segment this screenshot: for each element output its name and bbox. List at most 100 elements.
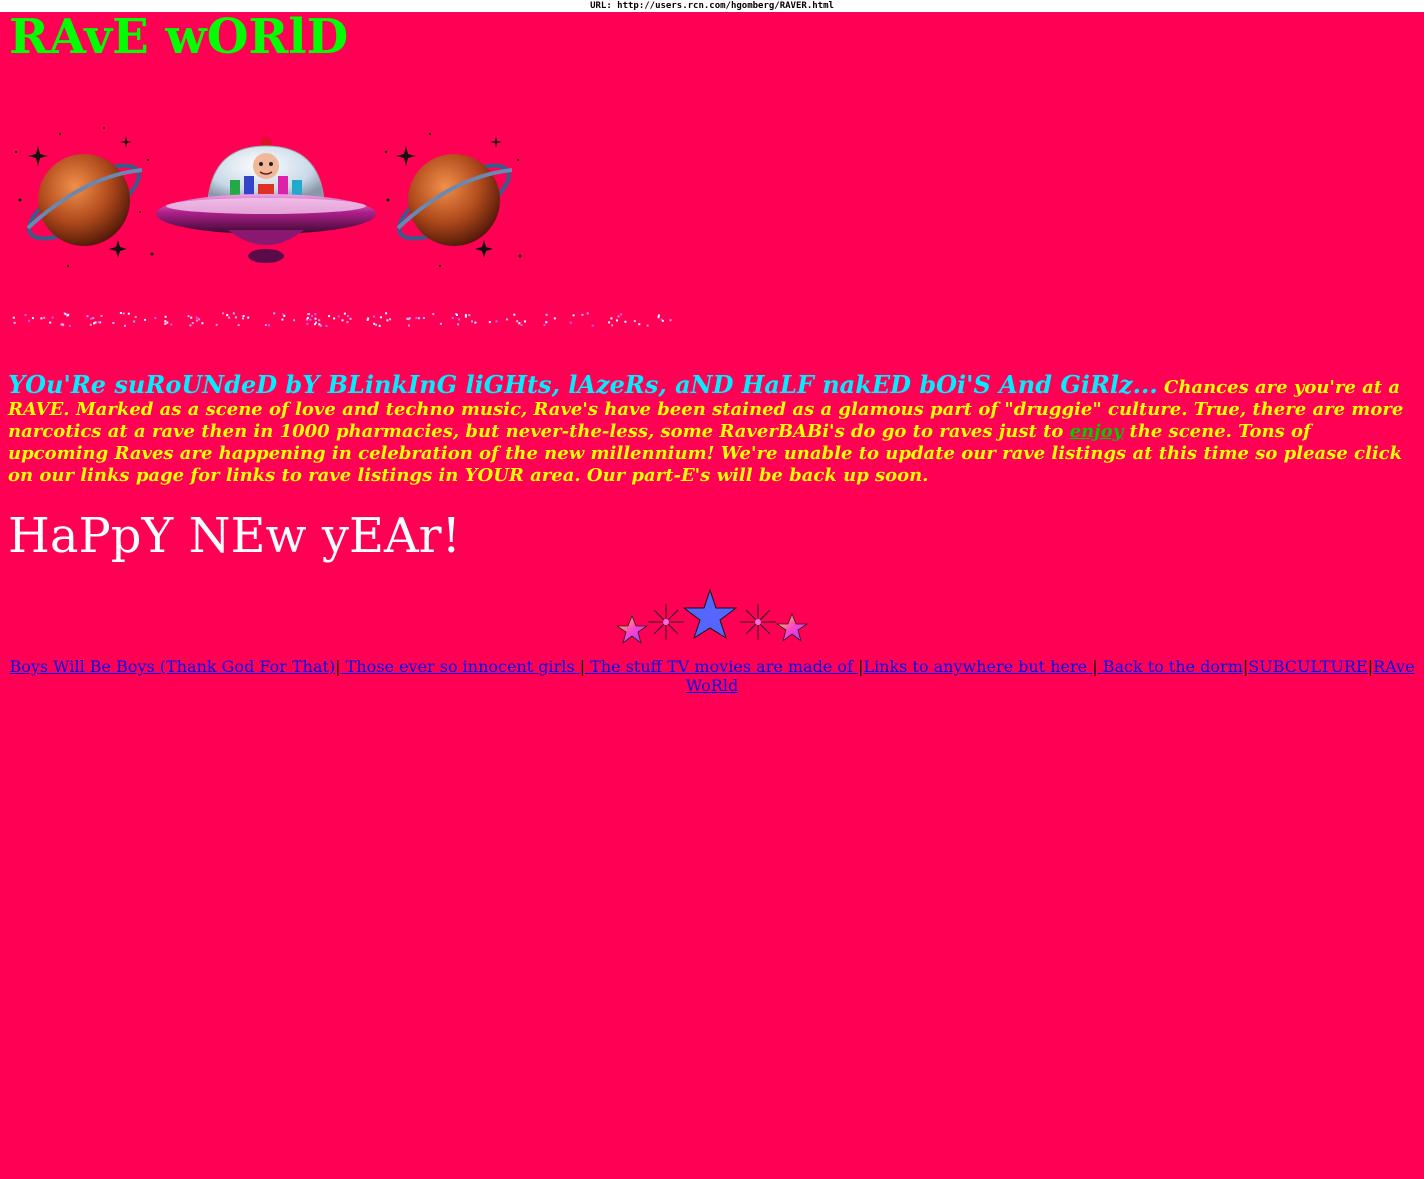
nav-link-tv-movies[interactable]: The stuff TV movies are made of: [585, 657, 858, 676]
sparkle-dot: [123, 324, 126, 327]
nav-link-dorm[interactable]: Back to the dorm: [1098, 657, 1243, 676]
sparkle-dot: [89, 323, 92, 326]
sparkle-dot: [513, 313, 516, 316]
sparkle-dot: [638, 323, 641, 326]
sparkle-dot: [90, 317, 93, 320]
sparkle-dot: [341, 319, 344, 322]
sparkle-dot: [474, 321, 477, 324]
sparkle-dot: [669, 319, 672, 322]
sparkle-dot: [451, 317, 454, 320]
sparkle-dot: [67, 313, 70, 316]
sparkle-dot: [306, 316, 309, 319]
sparkle-dot: [389, 318, 392, 321]
sparkle-dot: [92, 317, 95, 320]
sparkle-dot: [610, 317, 613, 320]
nav-link-links[interactable]: Links to anywhere but here: [863, 657, 1092, 676]
sparkle-dot: [242, 315, 245, 317]
sparkle-dot: [86, 315, 89, 318]
sparkle-dot: [314, 317, 317, 320]
sparkle-dot: [119, 312, 122, 314]
sparkle-dot: [572, 314, 575, 317]
sparkle-dot: [418, 317, 420, 320]
sparkle-dot: [268, 324, 270, 327]
nav-link-girls[interactable]: Those ever so innocent girls: [341, 657, 580, 676]
rainbow-star-icon: [615, 614, 649, 644]
sparkle-divider: [12, 312, 672, 327]
sparkle-dot: [518, 322, 521, 325]
sparkle-dot: [228, 316, 231, 319]
sparkle-dot: [347, 315, 349, 318]
sparkle-dot: [458, 318, 461, 321]
sparkle-dot: [553, 317, 556, 320]
nav-link-subculture[interactable]: SUBCULTURE: [1248, 657, 1367, 676]
sparkle-dot: [112, 322, 115, 324]
sparkle-dot: [164, 320, 167, 323]
intro-lead: YOu'Re suRoUNdeD bY BLinkInG liGHts, lAz…: [8, 370, 1158, 399]
sparkle-dot: [134, 316, 137, 318]
sparkle-dot: [586, 312, 589, 315]
sparkle-dot: [620, 313, 623, 316]
sparkle-dot: [415, 317, 418, 320]
sparkle-dot: [318, 319, 321, 322]
sparkle-dot: [646, 324, 649, 327]
intro-paragraph: YOu'Re suRoUNdeD bY BLinkInG liGHts, lAz…: [8, 373, 1416, 487]
sparkle-dot: [468, 314, 471, 317]
sparkle-dot: [333, 317, 336, 320]
sparkle-dot: [68, 324, 71, 327]
sparkle-dot: [545, 313, 548, 316]
sparkle-dot: [366, 318, 369, 321]
sparkle-dot: [49, 321, 52, 324]
sparkle-dot: [166, 321, 169, 324]
sparkle-dot: [611, 324, 614, 327]
sparkle-dot: [170, 323, 173, 326]
sparkle-dot: [314, 313, 317, 316]
sparkle-dot: [60, 323, 63, 326]
footer-nav: Boys Will Be Boys (Thank God For That)| …: [8, 657, 1416, 695]
sparkle-dot: [144, 318, 147, 321]
sparkle-dot: [422, 317, 425, 319]
sparkle-burst-icon: [740, 604, 776, 640]
sparkle-dot: [373, 322, 376, 325]
sparkle-dot: [516, 320, 519, 323]
sparkle-dot: [127, 312, 130, 315]
sparkle-dot: [51, 316, 54, 319]
sparkle-dot: [195, 319, 198, 322]
sparkle-dot: [520, 324, 523, 326]
sparkle-dot: [94, 321, 97, 324]
ufo-flying-saucer-icon: [156, 137, 376, 263]
sparkle-dot: [191, 322, 194, 324]
sparkle-dot: [456, 314, 458, 316]
sparkle-dot: [319, 324, 322, 327]
sparkle-dot: [12, 316, 15, 319]
sparkle-dot: [545, 321, 548, 324]
sparkle-dot: [215, 323, 218, 326]
page-body: RAvE wORlD YOu'Re suRoUNdeD bY BLinkInG …: [0, 12, 1424, 1179]
sparkle-dot: [386, 319, 389, 322]
sparkle-dot: [201, 322, 204, 325]
sparkle-dot: [616, 319, 618, 322]
sparkle-dot: [308, 313, 310, 316]
sparkle-dot: [624, 320, 627, 323]
sparkle-dot: [373, 315, 375, 318]
sparkle-dot: [543, 323, 546, 326]
stars-graphic: [615, 588, 809, 644]
sparkle-dot: [40, 317, 43, 320]
sparkle-dot: [189, 324, 192, 327]
sparkle-dot: [293, 319, 296, 322]
sparkle-dot: [439, 322, 442, 325]
enjoy-link[interactable]: enjoy: [1070, 421, 1124, 442]
sparkle-dot: [97, 321, 100, 324]
space-banner: [14, 127, 522, 268]
nav-link-boys[interactable]: Boys Will Be Boys (Thank God For That): [9, 657, 335, 676]
sparkle-dot: [281, 318, 284, 321]
sparkle-dot: [264, 324, 267, 326]
sparkle-dot: [378, 324, 381, 327]
sparkle-dot: [190, 316, 193, 319]
sparkle-dot: [488, 321, 491, 324]
sparkle-dot: [100, 314, 103, 317]
sparkle-dot: [408, 324, 410, 327]
sparkle-dot: [195, 316, 198, 319]
sparkle-dot: [237, 324, 240, 327]
sparkle-dot: [247, 316, 250, 319]
sparkle-dot: [328, 315, 331, 318]
